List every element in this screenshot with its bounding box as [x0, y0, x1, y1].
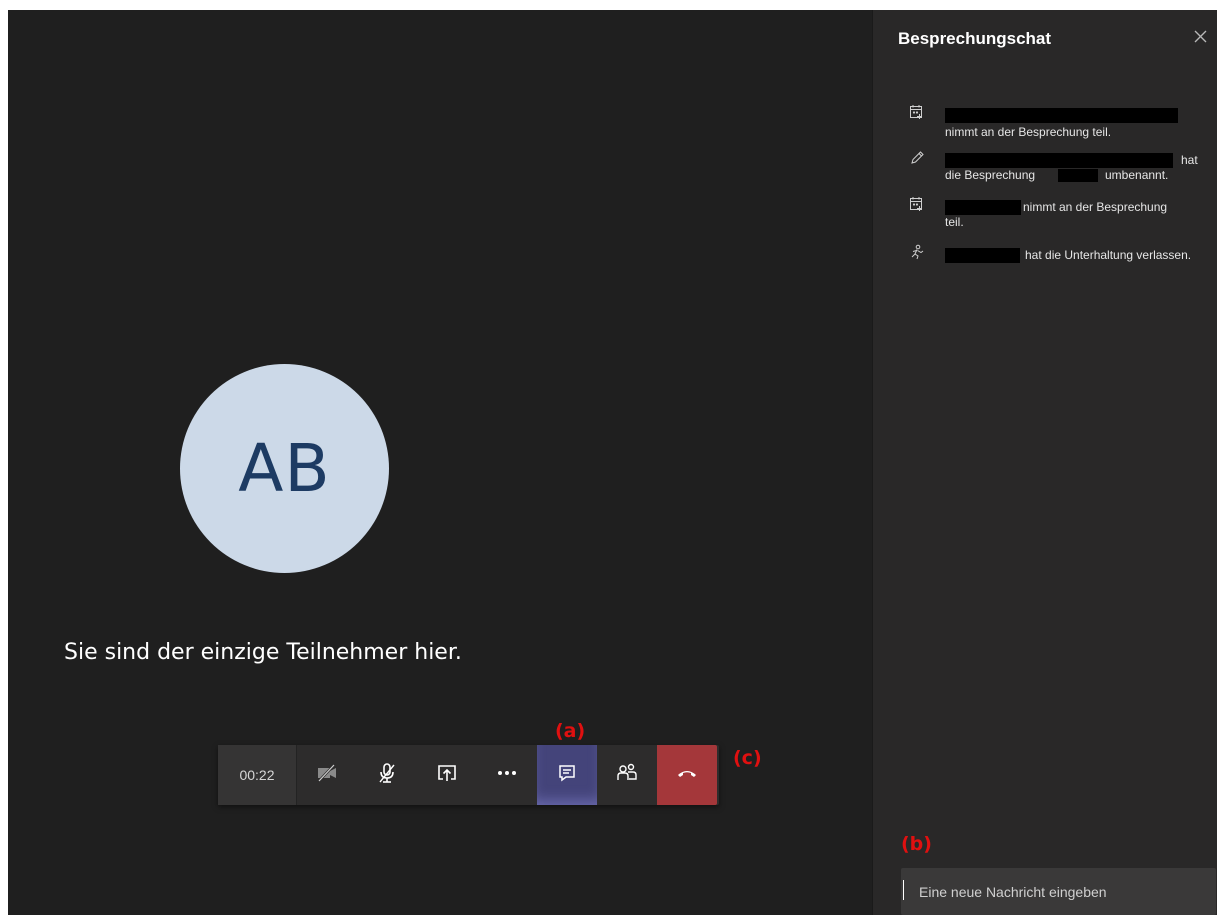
avatar: AB [180, 364, 389, 573]
mic-off-icon [376, 762, 398, 789]
camera-toggle-button[interactable] [297, 745, 357, 805]
text-caret [903, 880, 904, 900]
chat-icon [556, 762, 578, 789]
event-text: umbenannt. [1105, 168, 1169, 182]
call-timer: 00:22 [218, 745, 297, 805]
event-text: hat die Unterhaltung verlassen. [1025, 248, 1192, 262]
video-off-icon [316, 762, 338, 789]
more-icon [496, 762, 518, 789]
more-actions-button[interactable] [477, 745, 537, 805]
meeting-chat-panel: Besprechungschat nimmt an der Besprechun… [872, 10, 1217, 915]
annotation-a: (a) [555, 720, 586, 742]
redacted-meeting-name [1058, 169, 1098, 182]
event-text: nimmt an der Besprechung [1023, 200, 1168, 214]
redacted-name [945, 153, 1173, 168]
close-chat-button[interactable] [1192, 28, 1210, 46]
call-stage: AB Sie sind der einzige Teilnehmer hier.… [8, 10, 870, 915]
message-compose-box[interactable] [901, 868, 1216, 915]
redacted-name [945, 248, 1020, 263]
show-participants-button[interactable] [597, 745, 657, 805]
event-text: teil. [945, 215, 964, 229]
person-leave-icon [909, 244, 925, 260]
event-text: die Besprechung [945, 168, 1036, 182]
hangup-icon [676, 762, 698, 789]
show-chat-button[interactable] [537, 745, 597, 805]
participants-icon [616, 762, 638, 789]
redacted-name [945, 200, 1021, 215]
message-input[interactable] [919, 883, 1199, 900]
hang-up-button[interactable] [657, 745, 717, 805]
alone-message: Sie sind der einzige Teilnehmer hier. [64, 640, 462, 665]
mic-toggle-button[interactable] [357, 745, 417, 805]
close-icon [1192, 30, 1210, 50]
calendar-add-icon [909, 104, 925, 120]
annotation-c: (c) [733, 747, 762, 769]
chat-title: Besprechungschat [898, 29, 1052, 48]
event-text: hat [1181, 153, 1198, 167]
calendar-add-icon [909, 196, 925, 212]
meeting-window: AB Sie sind der einzige Teilnehmer hier.… [8, 10, 1217, 915]
event-text: nimmt an der Besprechung teil. [945, 125, 1112, 139]
call-controls-toolbar: 00:22 [218, 745, 719, 805]
share-screen-icon [436, 762, 458, 789]
pencil-icon [909, 150, 925, 166]
share-screen-button[interactable] [417, 745, 477, 805]
annotation-b: (b) [901, 833, 932, 855]
redacted-name [945, 108, 1178, 123]
avatar-initials: AB [238, 430, 331, 507]
